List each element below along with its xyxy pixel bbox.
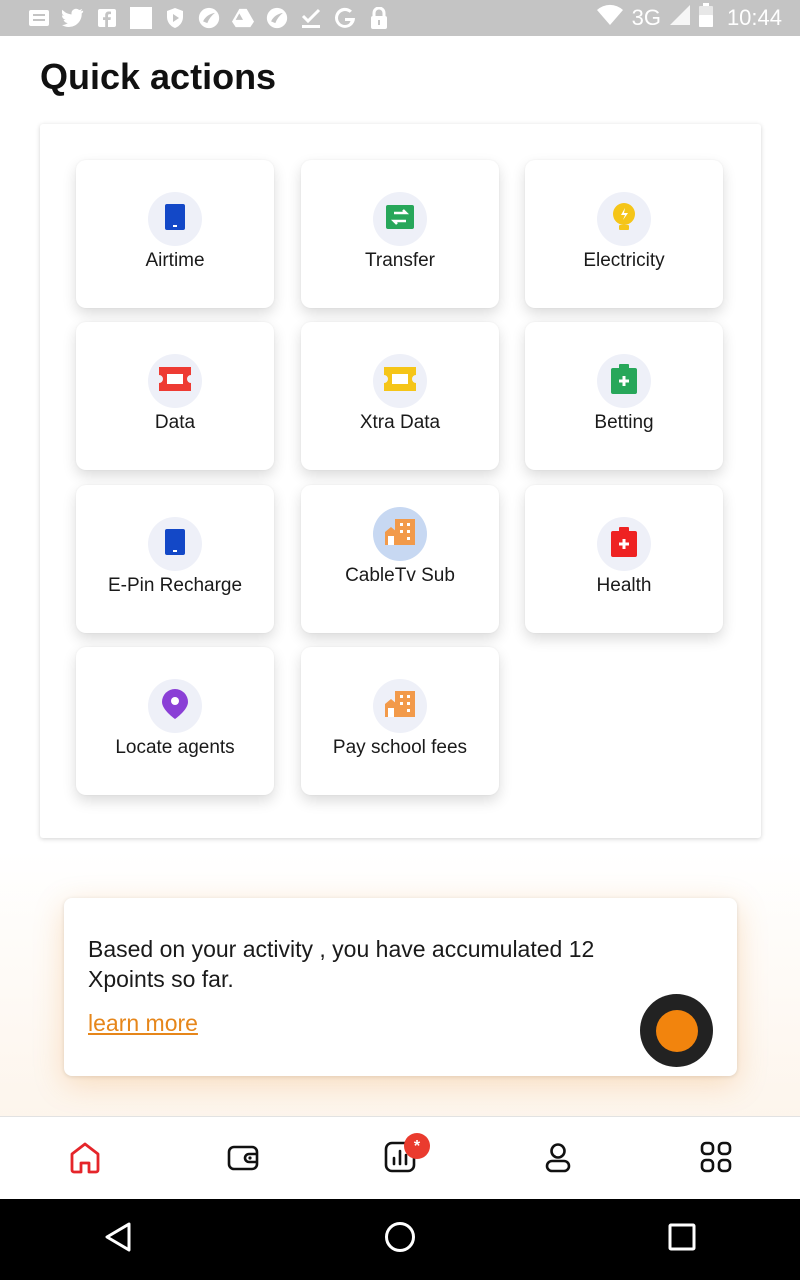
- nav-profile[interactable]: [540, 1141, 576, 1177]
- xpoints-message: Based on your activity , you have accumu…: [88, 936, 595, 992]
- tile-label: Xtra Data: [359, 412, 441, 433]
- back-button[interactable]: [100, 1221, 136, 1257]
- tile-icon-circle: [373, 354, 427, 408]
- system-status: 3G 10:44: [596, 3, 782, 33]
- nav-home[interactable]: [67, 1141, 103, 1177]
- floating-action-button[interactable]: [640, 994, 713, 1067]
- tile-icon-circle: [373, 192, 427, 246]
- twitter-icon: [62, 7, 84, 29]
- bulb-icon: [612, 202, 636, 236]
- tile-icon-circle: [373, 507, 427, 561]
- tile-locate-agents[interactable]: Locate agents: [76, 647, 274, 795]
- medkit-icon: [611, 526, 637, 562]
- recents-button[interactable]: [664, 1221, 700, 1257]
- recents-square-icon: [668, 1223, 696, 1256]
- signal-icon: [669, 4, 691, 32]
- notification-badge: *: [404, 1133, 430, 1159]
- circle-logo-icon: [266, 7, 288, 29]
- tile-label: Data: [154, 412, 196, 433]
- tile-xtra-data[interactable]: Xtra Data: [301, 322, 499, 470]
- fab-dot: [655, 1009, 698, 1052]
- system-navigation-bar: [0, 1199, 800, 1280]
- tile-label: Pay school fees: [332, 737, 468, 758]
- tile-label: E-Pin Recharge: [107, 575, 243, 596]
- tile-label: Betting: [594, 412, 654, 433]
- tile-label: CableTv Sub: [345, 565, 455, 586]
- clock: 10:44: [726, 5, 782, 30]
- drive-icon: [232, 7, 254, 29]
- tile-pay-school-fees[interactable]: Pay school fees: [301, 647, 499, 795]
- location-pin-icon: [162, 688, 188, 724]
- download-done-icon: [300, 7, 322, 29]
- grid-menu-icon: [699, 1140, 733, 1179]
- bottom-navigation: *: [0, 1116, 800, 1199]
- battery-icon: [698, 3, 713, 33]
- ticket-icon: [159, 366, 191, 396]
- tile-label: Health: [596, 575, 652, 596]
- tile-icon-circle: [148, 679, 202, 733]
- tile-icon-circle: [148, 517, 202, 571]
- tile-icon-circle: [597, 192, 651, 246]
- tile-data[interactable]: Data: [76, 322, 274, 470]
- building-icon: [385, 690, 415, 722]
- message-icon: [28, 7, 50, 29]
- tile-label: Airtime: [145, 250, 205, 271]
- home-circle-icon: [384, 1221, 416, 1258]
- tile-e-pin-recharge[interactable]: E-Pin Recharge: [76, 485, 274, 633]
- profile-icon: [541, 1140, 575, 1179]
- status-bar: 3G 10:44: [0, 0, 800, 36]
- facebook-icon: [96, 7, 118, 29]
- page-title: Quick actions: [40, 56, 277, 97]
- phone-icon: [165, 528, 185, 560]
- tile-icon-circle: [373, 679, 427, 733]
- tile-icon-circle: [597, 517, 651, 571]
- tile-betting[interactable]: Betting: [525, 322, 723, 470]
- medkit-icon: [611, 363, 637, 399]
- xpoints-card: Based on your activity , you have accumu…: [64, 898, 737, 1076]
- tile-health[interactable]: Health: [525, 485, 723, 633]
- wifi-icon: [596, 4, 624, 32]
- building-icon: [385, 518, 415, 550]
- home-button[interactable]: [382, 1221, 418, 1257]
- google-icon: [334, 7, 356, 29]
- tile-icon-circle: [597, 354, 651, 408]
- learn-more-link[interactable]: learn more: [88, 1010, 198, 1037]
- nav-more[interactable]: [698, 1141, 734, 1177]
- tile-airtime[interactable]: Airtime: [76, 160, 274, 308]
- tile-cabletv-sub[interactable]: CableTv Sub: [301, 485, 499, 633]
- square-icon: [130, 7, 152, 29]
- ticket-icon: [384, 366, 416, 396]
- wallet-icon: [226, 1140, 260, 1179]
- circle-logo-icon: [198, 7, 220, 29]
- transfer-icon: [386, 204, 414, 234]
- quick-actions-panel: Airtime Transfer Electricity Data Xtra D…: [40, 124, 761, 838]
- tile-label: Transfer: [364, 250, 436, 271]
- network-type: 3G: [631, 5, 661, 30]
- tile-label: Locate agents: [115, 737, 235, 758]
- tile-transfer[interactable]: Transfer: [301, 160, 499, 308]
- tile-icon-circle: [148, 354, 202, 408]
- nav-wallet[interactable]: [225, 1141, 261, 1177]
- tile-electricity[interactable]: Electricity: [525, 160, 723, 308]
- back-triangle-icon: [103, 1221, 133, 1258]
- home-icon: [68, 1140, 102, 1179]
- lock-icon: [368, 7, 390, 29]
- tile-label: Electricity: [583, 250, 665, 271]
- notification-icons: [28, 7, 390, 29]
- tile-icon-circle: [148, 192, 202, 246]
- shield-icon: [164, 7, 186, 29]
- phone-icon: [165, 203, 185, 235]
